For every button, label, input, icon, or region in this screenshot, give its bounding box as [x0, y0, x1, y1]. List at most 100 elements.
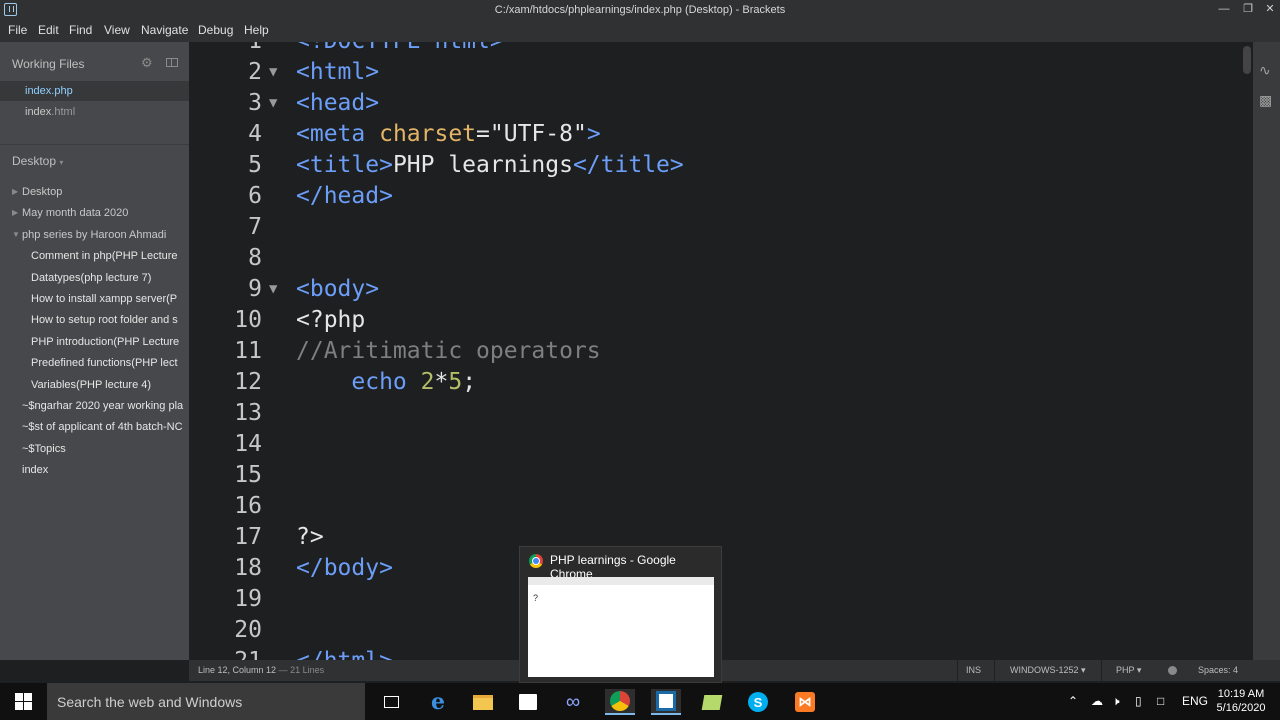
split-view-icon[interactable] [166, 58, 178, 67]
menu-edit[interactable]: Edit [38, 23, 59, 37]
volume-icon[interactable]: 🕨 [1112, 694, 1120, 709]
tree-item-label: php series by Haroon Ahmadi [22, 229, 167, 241]
code-line[interactable]: <!DOCTYPE html> [296, 42, 504, 54]
line-number: 14 [234, 431, 262, 457]
chrome-taskbar-preview[interactable]: PHP learnings - Google Chrome ? [519, 546, 722, 683]
edge-icon[interactable]: e [423, 689, 453, 715]
tree-file[interactable]: PHP introduction(PHP Lecture [0, 332, 189, 352]
windows-taskbar: Search the web and Windows e ∞ S ⋈ ⌃ ☁ 🕨… [0, 683, 1280, 720]
code-line[interactable]: echo 2*5; [296, 369, 476, 395]
tree-file[interactable]: ~$st of applicant of 4th batch-NC [0, 417, 189, 437]
indent-spaces[interactable]: Spaces: 4 [1198, 665, 1238, 675]
status-bar: Line 12, Column 12 — 21 Lines INS WINDOW… [189, 660, 1280, 681]
code-token: </head> [296, 183, 393, 209]
close-button[interactable]: ✕ [1258, 1, 1280, 19]
windows-start-icon[interactable] [15, 693, 32, 710]
tree-item-label: ~$ngarhar 2020 year working pla [22, 400, 184, 412]
code-line[interactable]: <html> [296, 59, 379, 85]
task-view-icon[interactable] [376, 689, 406, 715]
fold-arrow-icon[interactable]: ▼ [269, 95, 277, 111]
menu-help[interactable]: Help [244, 23, 269, 37]
tree-file[interactable]: ~$ngarhar 2020 year working pla [0, 396, 189, 416]
tree-file[interactable]: How to setup root folder and s [0, 310, 189, 330]
tree-folder[interactable]: ▶ Desktop [0, 182, 189, 202]
code-line[interactable]: //Aritimatic operators [296, 338, 601, 364]
code-token: * [434, 369, 449, 395]
store-icon[interactable] [513, 689, 543, 715]
show-hidden-icons[interactable]: ⌃ [1068, 694, 1078, 708]
tree-file[interactable]: ~$Topics [0, 439, 189, 459]
menu-file[interactable]: File [8, 23, 27, 37]
code-line[interactable]: </head> [296, 183, 393, 209]
tree-file[interactable]: How to install xampp server(P [0, 289, 189, 309]
fold-arrow-icon[interactable]: ▼ [269, 281, 277, 297]
chevron-down-icon: ▾ [59, 158, 64, 167]
code-token: > [586, 121, 601, 147]
encoding-select[interactable]: WINDOWS-1252 ▾ [1010, 665, 1086, 676]
chrome-icon [529, 554, 543, 568]
tree-file[interactable]: Variables(PHP lecture 4) [0, 375, 189, 395]
code-line[interactable]: <meta charset="UTF-8"> [296, 121, 601, 147]
project-dropdown[interactable]: Desktop ▾ [12, 154, 63, 168]
network-icon[interactable]: ☁ [1091, 694, 1103, 708]
tree-folder[interactable]: ▶ May month data 2020 [0, 203, 189, 223]
xampp-icon[interactable]: ⋈ [790, 689, 820, 715]
maximize-button[interactable]: ❐ [1236, 1, 1260, 19]
menu-bar: File Edit Find View Navigate Debug Help [0, 20, 1280, 42]
chevron-right-icon[interactable]: ▶ [12, 203, 18, 223]
system-clock[interactable]: 10:19 AM 5/16/2020 [1212, 687, 1270, 715]
code-line[interactable]: <title>PHP learnings</title> [296, 152, 684, 178]
code-line[interactable]: <head> [296, 90, 379, 116]
menu-debug[interactable]: Debug [198, 23, 233, 37]
extension-manager-icon[interactable]: ▩ [1259, 92, 1272, 109]
clock-date: 5/16/2020 [1216, 702, 1266, 714]
chrome-taskbar-icon[interactable] [605, 689, 635, 715]
code-token: <?php [296, 307, 366, 333]
chevron-right-icon[interactable]: ▶ [12, 182, 18, 202]
code-line[interactable]: </body> [296, 555, 393, 581]
fold-arrow-icon[interactable]: ▼ [269, 64, 277, 80]
tree-folder[interactable]: ▼ php series by Haroon Ahmadi [0, 225, 189, 245]
tree-file[interactable]: Datatypes(php lecture 7) [0, 268, 189, 288]
code-token: ="UTF-8" [476, 121, 587, 147]
minimize-button[interactable]: — [1212, 1, 1236, 19]
file-explorer-icon[interactable] [468, 689, 498, 715]
menu-navigate[interactable]: Navigate [141, 23, 188, 37]
notifications-icon[interactable]: □ [1157, 694, 1164, 708]
language-select[interactable]: PHP ▾ [1116, 665, 1141, 676]
tree-item-label: Datatypes(php lecture 7) [31, 272, 152, 284]
code-line[interactable]: ?> [296, 524, 324, 550]
scrollbar-thumb[interactable] [1243, 46, 1251, 74]
tree-item-label: Desktop [22, 186, 63, 198]
tree-item-label: PHP introduction(PHP Lecture [31, 336, 180, 348]
linting-status-icon[interactable] [1168, 666, 1177, 675]
live-preview-icon[interactable]: ∿ [1259, 62, 1271, 79]
chevron-down-icon[interactable]: ▼ [12, 225, 20, 245]
insert-mode[interactable]: INS [966, 665, 981, 675]
tree-file[interactable]: Predefined functions(PHP lect [0, 353, 189, 373]
battery-icon[interactable]: ▯ [1135, 694, 1142, 708]
language-indicator[interactable]: ENG [1182, 694, 1208, 708]
menu-find[interactable]: Find [69, 23, 92, 37]
taskbar-search-box[interactable]: Search the web and Windows [47, 683, 365, 720]
skype-icon[interactable]: S [743, 689, 773, 715]
editor-scrollbar[interactable] [1241, 42, 1253, 632]
code-line[interactable]: <body> [296, 276, 379, 302]
infinity-app-icon[interactable]: ∞ [558, 689, 588, 715]
notepad-icon[interactable] [697, 689, 727, 715]
brackets-taskbar-icon[interactable] [651, 689, 681, 715]
preview-thumbnail[interactable]: ? [528, 577, 714, 677]
tree-item-label: Comment in php(PHP Lecture [31, 250, 178, 262]
code-line[interactable]: <?php [296, 307, 365, 333]
working-file-index-html[interactable]: index.html [0, 102, 189, 122]
code-token: </title> [572, 152, 684, 178]
gear-icon[interactable]: ⚙ [141, 55, 153, 71]
code-line[interactable]: </html> [296, 648, 393, 660]
code-token: charset [379, 121, 477, 147]
menu-view[interactable]: View [104, 23, 130, 37]
working-file-index-php[interactable]: index.php [0, 81, 189, 101]
line-number: 5 [248, 152, 262, 178]
divider [0, 144, 189, 145]
tree-file[interactable]: index [0, 460, 189, 480]
tree-file[interactable]: Comment in php(PHP Lecture [0, 246, 189, 266]
